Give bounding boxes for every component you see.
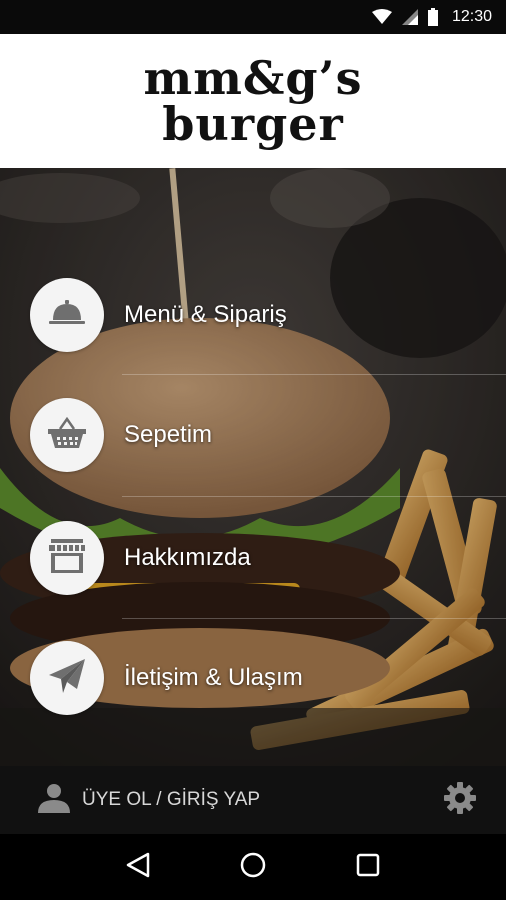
- logo-line-1: mm&g’s: [143, 51, 363, 105]
- back-button[interactable]: [108, 837, 168, 897]
- menu-item-circle: [30, 398, 104, 472]
- recents-icon: [356, 853, 380, 882]
- status-time: 12:30: [451, 8, 492, 25]
- menu-divider: [122, 618, 506, 619]
- main-menu: Menü & Sipariş Sepetim Hakkımızda İletiş…: [0, 168, 506, 766]
- menu-divider: [122, 374, 506, 375]
- wifi-icon: [371, 9, 392, 25]
- menu-item-about[interactable]: Hakkımızda: [30, 520, 506, 596]
- paper-plane-icon: [49, 658, 85, 698]
- cloche-icon: [49, 298, 85, 333]
- login-register-button[interactable]: ÜYE OL / GİRİŞ YAP: [38, 783, 260, 818]
- menu-item-label: İletişim & Ulaşım: [124, 664, 303, 691]
- hero-background: Menü & Sipariş Sepetim Hakkımızda İletiş…: [0, 168, 506, 766]
- store-icon: [49, 538, 85, 578]
- user-icon: [38, 783, 70, 818]
- menu-item-menu-order[interactable]: Menü & Sipariş: [30, 277, 506, 353]
- settings-button[interactable]: [444, 781, 476, 819]
- battery-icon: [427, 8, 438, 26]
- system-nav-bar: [0, 834, 506, 900]
- basket-icon: [48, 416, 86, 454]
- logo-line-2: burger: [162, 97, 344, 151]
- menu-item-cart[interactable]: Sepetim: [30, 397, 506, 473]
- recents-button[interactable]: [338, 837, 398, 897]
- menu-item-circle: [30, 278, 104, 352]
- menu-item-contact[interactable]: İletişim & Ulaşım: [30, 640, 506, 716]
- home-icon: [240, 852, 266, 883]
- login-label: ÜYE OL / GİRİŞ YAP: [82, 789, 261, 810]
- menu-item-label: Hakkımızda: [124, 544, 251, 571]
- bottom-bar: ÜYE OL / GİRİŞ YAP: [0, 766, 506, 834]
- home-button[interactable]: [223, 837, 283, 897]
- back-icon: [126, 852, 150, 883]
- menu-item-label: Sepetim: [124, 421, 213, 448]
- gear-icon: [444, 781, 476, 819]
- menu-item-label: Menü & Sipariş: [124, 301, 287, 328]
- signal-icon: [401, 9, 418, 25]
- status-bar: 12:30: [0, 0, 506, 34]
- menu-divider: [122, 496, 506, 497]
- menu-item-circle: [30, 641, 104, 715]
- app-header: mm&g’s burger: [0, 34, 506, 168]
- menu-item-circle: [30, 521, 104, 595]
